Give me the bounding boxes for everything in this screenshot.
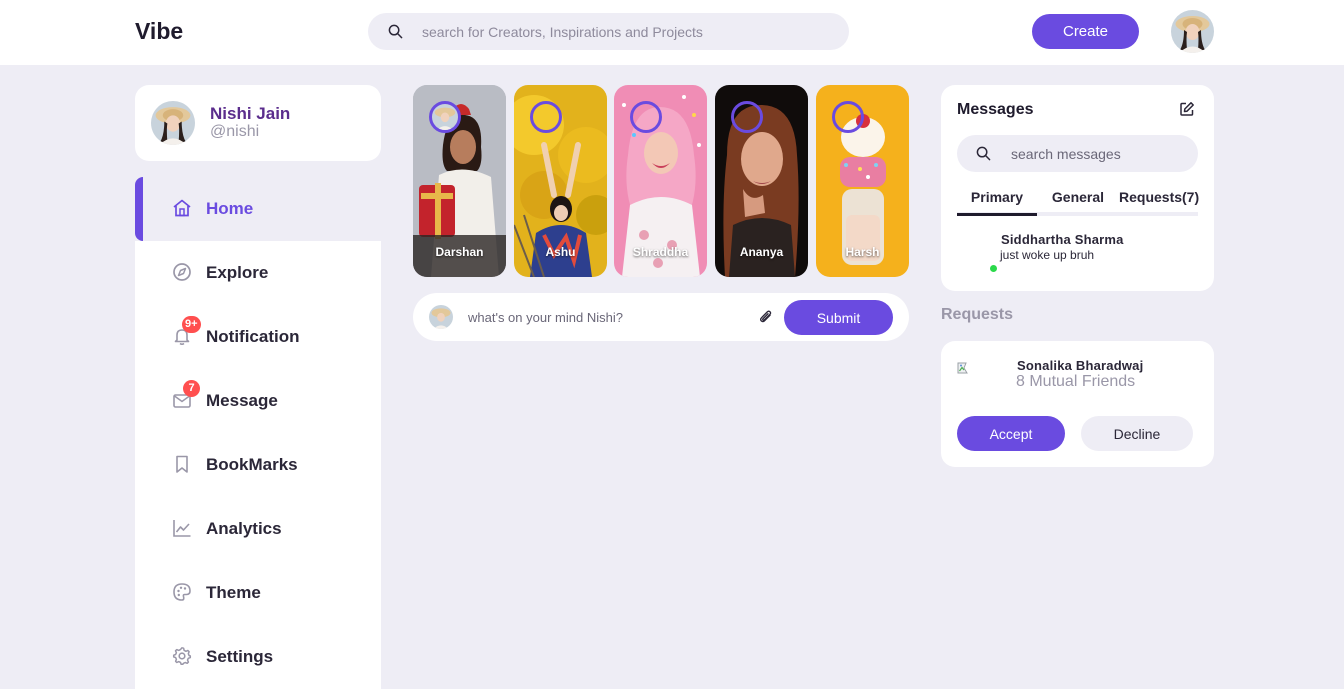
story-name: Darshan	[435, 245, 484, 259]
paperclip-icon[interactable]	[757, 308, 775, 331]
story-card-ashu[interactable]: Ashu	[514, 85, 607, 277]
user-avatar[interactable]	[1171, 10, 1214, 53]
message-sender-name: Siddhartha Sharma	[1001, 232, 1124, 247]
sidebar-item-label: Explore	[206, 263, 269, 282]
profile-card[interactable]: Nishi Jain @nishi	[135, 85, 381, 161]
story-avatar-ring	[731, 101, 763, 133]
requester-name: Sonalika Bharadwaj	[1017, 358, 1144, 373]
sidebar-item-label: Message	[206, 391, 278, 410]
post-input[interactable]	[468, 293, 738, 341]
story-card-darshan[interactable]: Darshan	[413, 85, 506, 277]
sidebar-item-home[interactable]: Home	[135, 177, 381, 241]
post-avatar	[429, 305, 453, 329]
story-avatar-ring	[832, 101, 864, 133]
home-icon	[172, 198, 192, 218]
sidebar-item-label: Notification	[206, 327, 300, 346]
search-icon	[388, 24, 403, 44]
submit-post-button[interactable]: Submit	[784, 300, 893, 335]
message-search-bar[interactable]	[957, 135, 1198, 172]
sidebar-item-theme[interactable]: Theme	[135, 561, 381, 625]
search-icon	[976, 146, 991, 166]
story-name: Shraddha	[632, 245, 689, 259]
message-tabs: Primary General Requests(7)	[957, 185, 1199, 216]
profile-handle: @nishi	[210, 123, 260, 140]
story-card-harsh[interactable]: Harsh	[816, 85, 909, 277]
message-search-input[interactable]	[1011, 135, 1181, 172]
sidebar-item-label: Settings	[206, 647, 274, 666]
story-card-shraddha[interactable]: Shraddha	[614, 85, 707, 277]
create-button[interactable]: Create	[1032, 14, 1139, 49]
mutual-friends: 8 Mutual Friends	[1016, 373, 1136, 390]
sidebar-item-settings[interactable]: Settings	[135, 625, 381, 689]
top-navbar: Vibe Create	[0, 0, 1344, 65]
online-indicator	[990, 265, 997, 272]
notification-badge: 9+	[182, 316, 201, 333]
profile-avatar	[151, 101, 195, 145]
message-preview: just woke up bruh	[1000, 248, 1095, 262]
global-search-input[interactable]	[422, 13, 832, 50]
story-name: Ashu	[545, 245, 576, 259]
story-name: Ananya	[739, 245, 784, 259]
story-card-ananya[interactable]: Ananya	[715, 85, 808, 277]
sidebar-item-notification[interactable]: 9+ Notification	[135, 305, 381, 369]
tab-requests[interactable]: Requests(7)	[1119, 189, 1199, 216]
story-avatar-ring	[630, 101, 662, 133]
app-logo[interactable]: Vibe	[135, 18, 183, 45]
palette-icon	[172, 582, 192, 602]
compass-icon	[172, 262, 192, 282]
create-post-box: Submit	[413, 293, 909, 341]
decline-button[interactable]: Decline	[1081, 416, 1193, 451]
story-name: Harsh	[845, 245, 880, 259]
story-avatar-ring	[530, 101, 562, 133]
sidebar-item-label: Home	[206, 199, 254, 218]
edit-icon[interactable]	[1179, 101, 1195, 122]
sidebar-item-message[interactable]: 7 Message	[135, 369, 381, 433]
chart-line-icon	[172, 518, 192, 538]
sidebar-item-bookmarks[interactable]: BookMarks	[135, 433, 381, 497]
messages-panel: Messages Primary General Requests(7) Sid…	[941, 85, 1214, 291]
global-search-bar[interactable]	[368, 13, 849, 50]
story-avatar-ring	[429, 101, 461, 133]
sidebar-item-label: Analytics	[206, 519, 282, 538]
sidebar-menu: Home Explore 9+ Notification 7 Message B…	[135, 177, 381, 689]
bookmark-icon	[172, 454, 192, 474]
sidebar-item-explore[interactable]: Explore	[135, 241, 381, 305]
messages-title: Messages	[957, 101, 1034, 118]
profile-name: Nishi Jain	[210, 104, 291, 123]
accept-button[interactable]: Accept	[957, 416, 1065, 451]
gear-icon	[172, 646, 192, 666]
tab-general[interactable]: General	[1037, 189, 1119, 216]
tab-primary[interactable]: Primary	[957, 189, 1037, 216]
sidebar-item-analytics[interactable]: Analytics	[135, 497, 381, 561]
requests-heading: Requests	[941, 306, 1014, 323]
sidebar-item-label: BookMarks	[206, 455, 298, 474]
broken-image-icon	[957, 360, 973, 376]
sidebar-item-label: Theme	[206, 583, 261, 602]
friend-request-card: Sonalika Bharadwaj 8 Mutual Friends Acce…	[941, 341, 1214, 467]
message-badge: 7	[183, 380, 200, 397]
